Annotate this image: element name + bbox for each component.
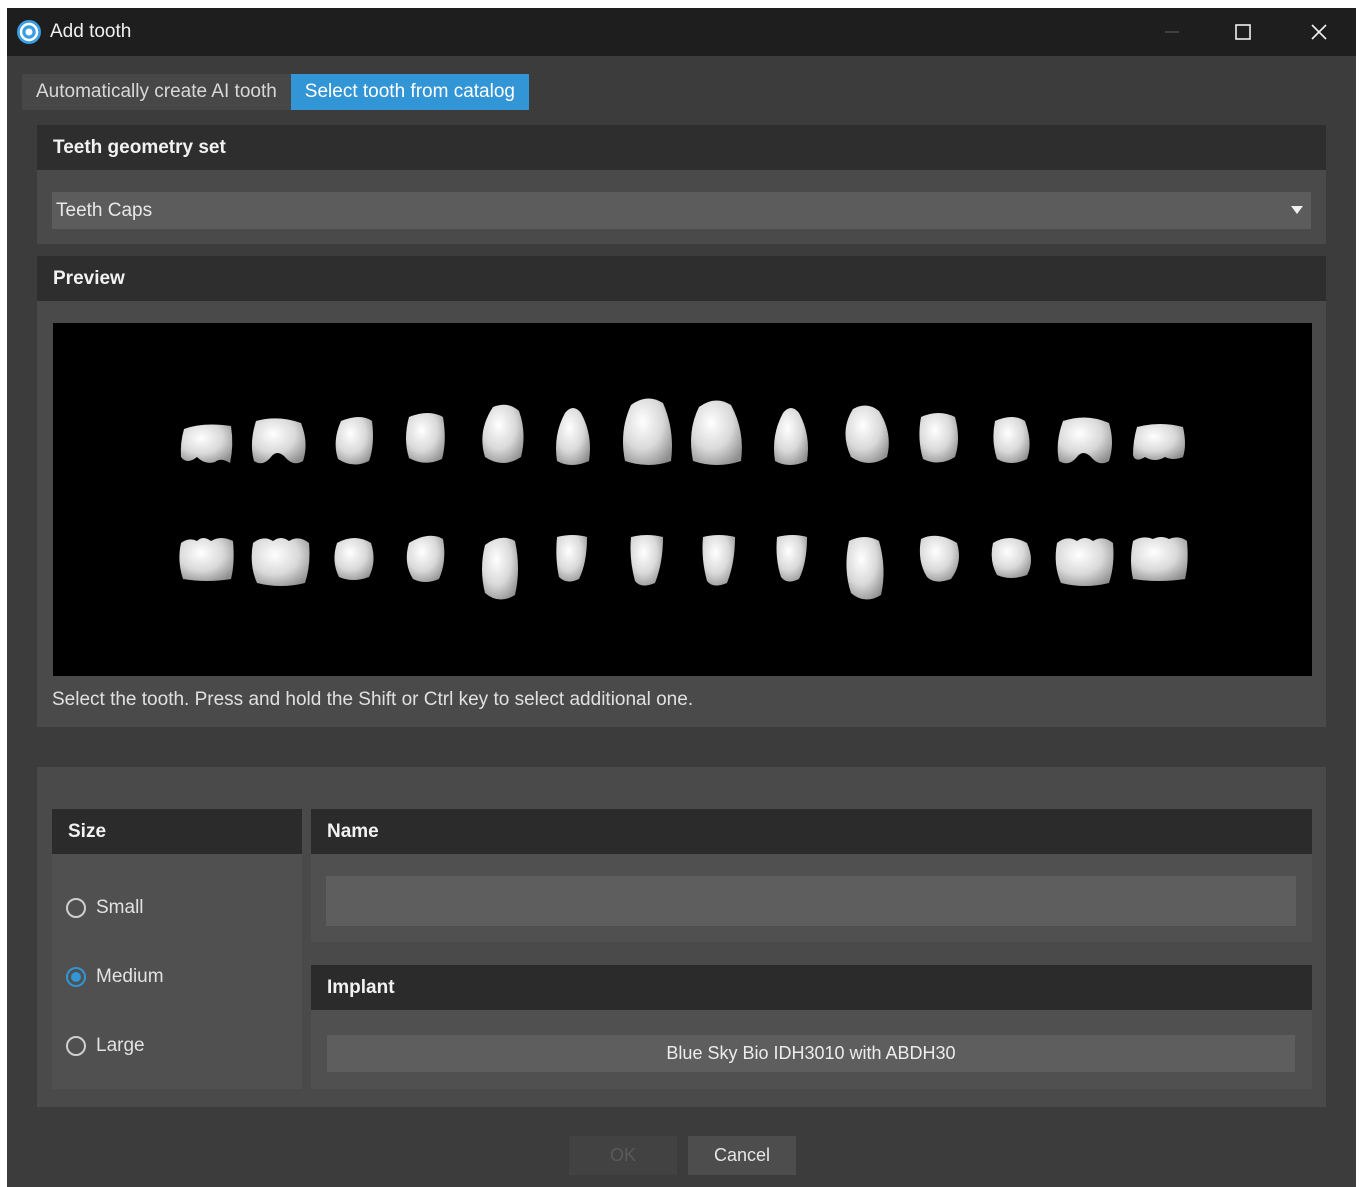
close-button[interactable]: [1289, 8, 1349, 56]
upper-tooth-8[interactable]: [691, 400, 742, 465]
lower-tooth-2[interactable]: [251, 538, 310, 586]
upper-tooth-6[interactable]: [556, 408, 590, 465]
lower-tooth-3[interactable]: [334, 538, 374, 580]
upper-tooth-13[interactable]: [1057, 417, 1112, 464]
selection-hint: Select the tooth. Press and hold the Shi…: [52, 689, 694, 710]
geometry-set-value: Teeth Caps: [56, 200, 153, 221]
size-option-large[interactable]: Large: [66, 1033, 145, 1059]
cancel-button[interactable]: Cancel: [688, 1136, 796, 1175]
app-logo-icon: [17, 20, 41, 44]
lower-tooth-5[interactable]: [482, 537, 518, 600]
upper-tooth-4[interactable]: [406, 413, 445, 463]
lower-tooth-10[interactable]: [846, 537, 884, 600]
teeth-preview-svg: [179, 398, 1188, 600]
lower-tooth-13[interactable]: [1055, 538, 1114, 586]
lower-tooth-7[interactable]: [630, 535, 664, 586]
implant-value: Blue Sky Bio IDH3010 with ABDH30: [666, 1043, 956, 1063]
size-option-label: Small: [96, 897, 144, 918]
implant-panel: Implant Blue Sky Bio IDH3010 with ABDH30: [311, 965, 1312, 1089]
upper-tooth-9[interactable]: [774, 408, 808, 465]
implant-header: Implant: [311, 965, 1312, 1010]
size-option-label: Large: [96, 1035, 145, 1056]
size-option-small[interactable]: Small: [66, 895, 144, 921]
lower-tooth-6[interactable]: [556, 535, 587, 582]
geometry-panel: Teeth geometry set Teeth Caps: [37, 125, 1326, 244]
close-icon: [1311, 24, 1327, 40]
preview-panel: Preview Select the tooth. Press and hold…: [37, 256, 1326, 727]
name-panel: Name: [311, 809, 1312, 942]
lower-tooth-4[interactable]: [406, 535, 445, 582]
lower-tooth-12[interactable]: [991, 538, 1031, 578]
name-header: Name: [311, 809, 1312, 854]
maximize-button[interactable]: [1213, 8, 1273, 56]
lower-tooth-11[interactable]: [919, 535, 959, 582]
window-title: Add tooth: [50, 21, 132, 42]
name-input[interactable]: [326, 876, 1296, 926]
size-option-label: Medium: [96, 966, 164, 987]
maximize-icon: [1235, 24, 1251, 40]
geometry-header: Teeth geometry set: [37, 125, 1326, 170]
upper-tooth-12[interactable]: [993, 417, 1030, 463]
details-panel: Size Small Medium Large Name Implant Blu…: [37, 767, 1326, 1107]
radio-large[interactable]: [66, 1036, 86, 1056]
upper-tooth-14[interactable]: [1133, 424, 1185, 460]
upper-tooth-3[interactable]: [335, 417, 373, 465]
lower-tooth-9[interactable]: [776, 535, 808, 582]
upper-tooth-2[interactable]: [251, 418, 306, 464]
teeth-preview-viewport[interactable]: [53, 323, 1312, 676]
size-panel: Size Small Medium Large: [52, 809, 302, 1089]
upper-tooth-1[interactable]: [180, 424, 233, 463]
upper-tooth-11[interactable]: [919, 413, 958, 463]
preview-header: Preview: [37, 256, 1326, 301]
ok-button[interactable]: OK: [569, 1136, 677, 1175]
upper-tooth-5[interactable]: [482, 404, 524, 463]
lower-tooth-1[interactable]: [179, 538, 234, 581]
upper-tooth-10[interactable]: [845, 405, 889, 463]
geometry-set-select[interactable]: Teeth Caps: [52, 192, 1311, 229]
minimize-button[interactable]: [1142, 8, 1202, 56]
lower-tooth-14[interactable]: [1131, 537, 1188, 581]
tab-auto-create-ai-tooth[interactable]: Automatically create AI tooth: [22, 74, 291, 110]
mode-tabs: Automatically create AI tooth Select too…: [22, 74, 529, 110]
upper-tooth-7[interactable]: [623, 398, 672, 465]
minimize-icon: [1165, 31, 1179, 33]
lower-tooth-8[interactable]: [702, 535, 736, 586]
radio-small[interactable]: [66, 898, 86, 918]
size-option-medium[interactable]: Medium: [66, 964, 164, 990]
implant-select-button[interactable]: Blue Sky Bio IDH3010 with ABDH30: [327, 1035, 1295, 1072]
radio-medium[interactable]: [66, 967, 86, 987]
add-tooth-dialog: Add tooth Automatically create AI tooth …: [7, 8, 1356, 1187]
title-bar: Add tooth: [7, 8, 1356, 56]
tab-select-from-catalog[interactable]: Select tooth from catalog: [290, 74, 529, 110]
size-header: Size: [52, 809, 302, 854]
chevron-down-icon: [1291, 206, 1303, 214]
